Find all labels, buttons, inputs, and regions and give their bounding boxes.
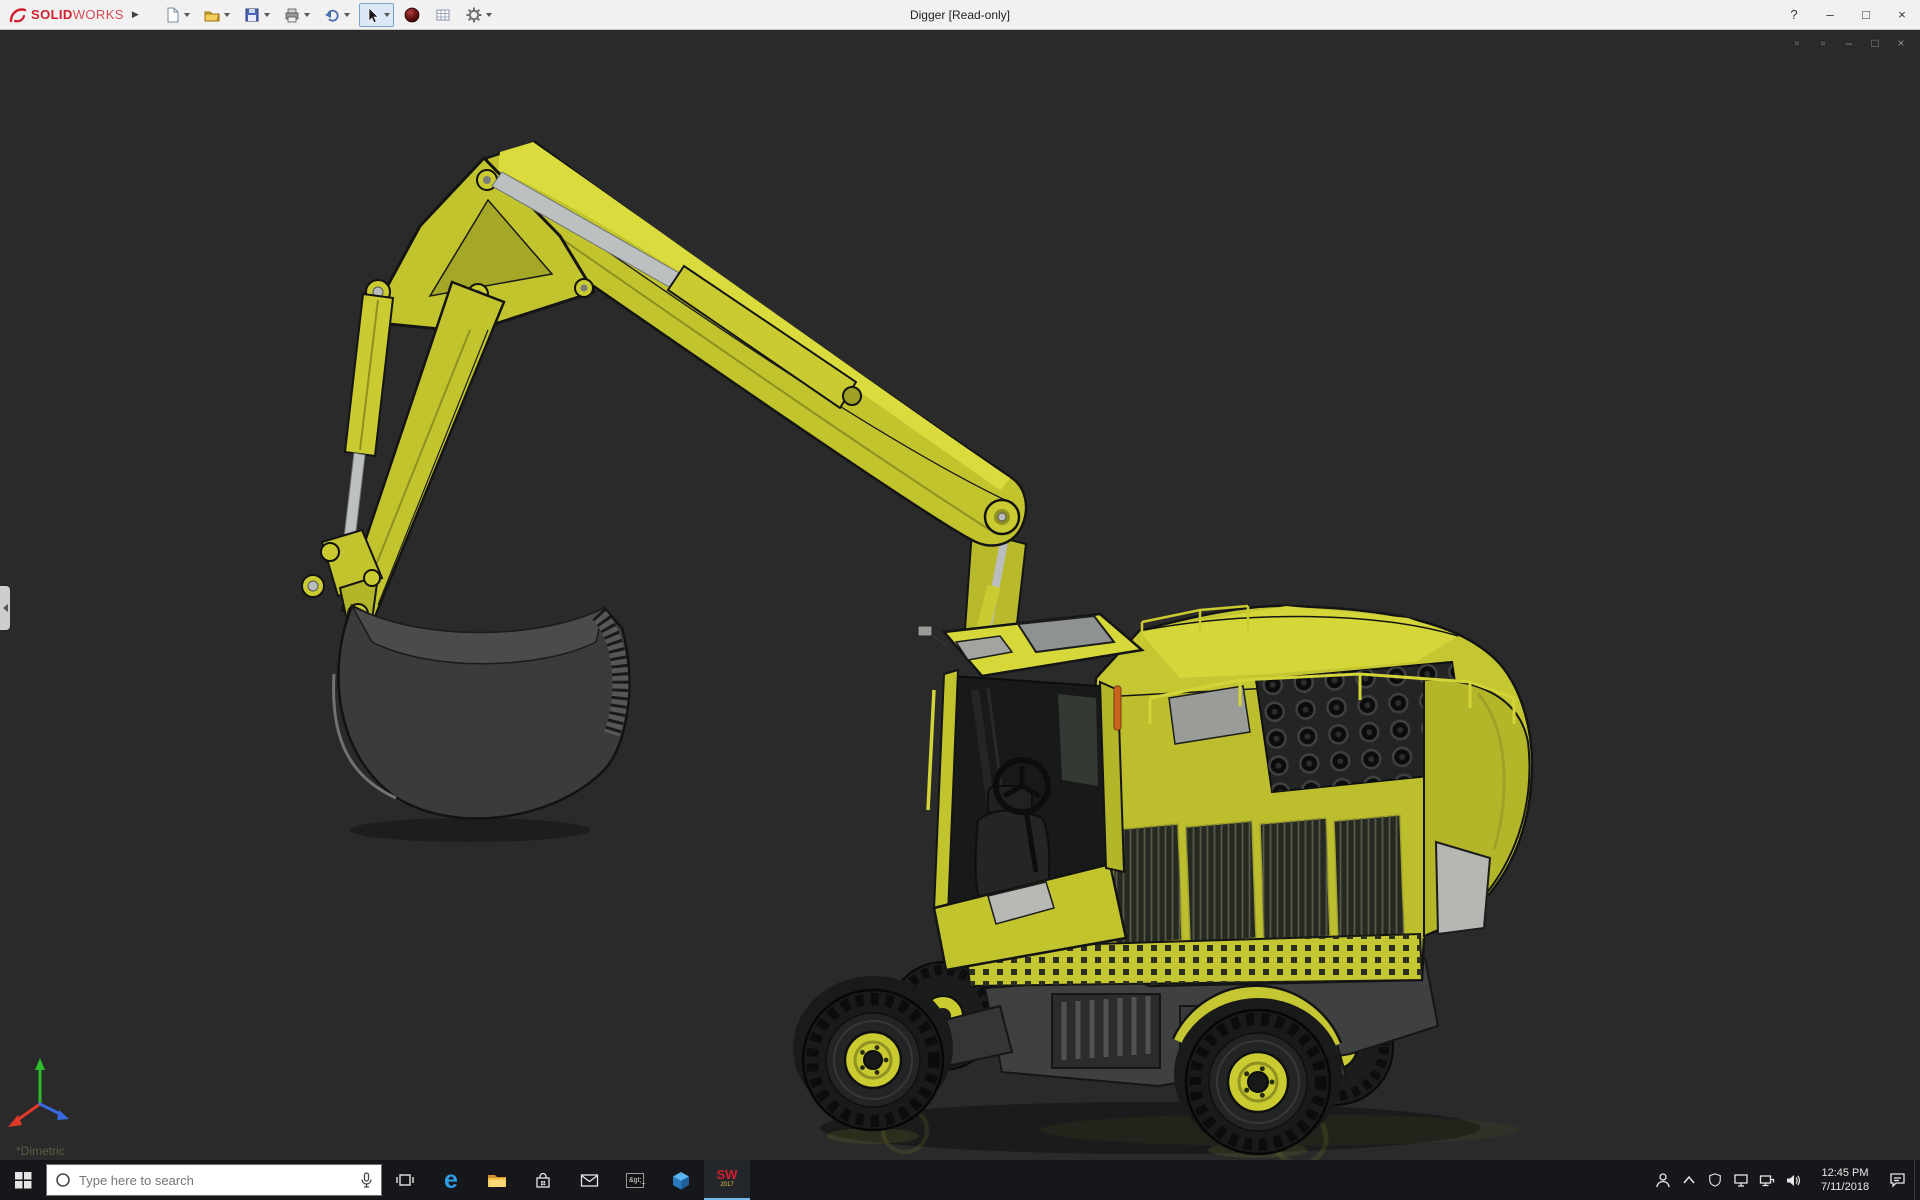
- hardware-tray-button[interactable]: [1728, 1160, 1754, 1200]
- console-icon: &gt;_: [626, 1172, 645, 1188]
- store-icon: [536, 1172, 550, 1188]
- save-floppy-icon: [245, 8, 259, 21]
- chevron-up-icon: [1683, 1175, 1695, 1184]
- doc-close-icon[interactable]: ×: [1894, 36, 1908, 50]
- solidworks-icon: SW 2017: [716, 1167, 738, 1188]
- taskbar-clock[interactable]: 12:45 PM 7/11/2018: [1806, 1166, 1884, 1194]
- help-button[interactable]: ?: [1776, 0, 1812, 29]
- select-tool-button[interactable]: [358, 2, 394, 27]
- start-button[interactable]: [0, 1160, 46, 1200]
- doc-minimize-icon[interactable]: –: [1842, 36, 1856, 50]
- system-tray: 12:45 PM 7/11/2018: [1650, 1160, 1920, 1200]
- select-cursor-icon: [368, 6, 379, 23]
- floor-reflections: [820, 1102, 1520, 1160]
- people-icon: [1656, 1173, 1670, 1188]
- front-left-wheel: [801, 988, 945, 1132]
- cortana-icon: [56, 1173, 70, 1187]
- windows-taskbar: e &gt;_ SW 2017: [0, 1160, 1920, 1200]
- clock-time: 12:45 PM: [1821, 1167, 1869, 1179]
- network-icon: [1759, 1174, 1775, 1186]
- mail-icon: [580, 1173, 598, 1187]
- float-pane-icon[interactable]: ▫: [1790, 36, 1804, 50]
- design-table-icon: [436, 9, 450, 20]
- window-controls: ? – □ ×: [1776, 0, 1920, 29]
- security-tray-button[interactable]: [1702, 1160, 1728, 1200]
- volume-icon: [1787, 1174, 1800, 1186]
- 3d-cube-icon: [673, 1171, 689, 1189]
- sphere-icon: [404, 7, 420, 22]
- store-button[interactable]: [520, 1160, 566, 1200]
- edge-icon: e: [444, 1165, 458, 1194]
- console-button[interactable]: &gt;_: [612, 1160, 658, 1200]
- model-canvas[interactable]: [0, 30, 1920, 1160]
- task-pane-tab[interactable]: [0, 586, 10, 630]
- tray-overflow-button[interactable]: [1676, 1160, 1702, 1200]
- file-explorer-button[interactable]: [474, 1160, 520, 1200]
- solidworks-logo: SOLIDWORKS: [8, 6, 124, 24]
- toolbar-expand-arrow[interactable]: ▶: [132, 9, 139, 20]
- search-input[interactable]: [79, 1172, 352, 1188]
- windows-logo-icon: [14, 1171, 31, 1188]
- doc-restore-icon[interactable]: □: [1868, 36, 1882, 50]
- titlebar: SOLIDWORKS ▶ Digger [Read-only] ? – □ ×: [0, 0, 1920, 30]
- print-icon: [285, 8, 299, 22]
- file-explorer-icon: [488, 1174, 506, 1187]
- open-folder-icon: [204, 11, 220, 21]
- taskbar-search[interactable]: [46, 1164, 382, 1196]
- volume-button[interactable]: [1780, 1160, 1806, 1200]
- chevron-left-icon: [2, 604, 8, 612]
- display-icon: [1734, 1173, 1748, 1187]
- edge-button[interactable]: e: [428, 1160, 474, 1200]
- ds-logo-icon: [9, 7, 27, 22]
- graphics-viewport[interactable]: ▫ ▫ – □ × *Dimetric: [0, 30, 1920, 1160]
- new-document-button[interactable]: [159, 3, 194, 27]
- microphone-icon[interactable]: [360, 1172, 373, 1188]
- view-orientation-label: *Dimetric: [16, 1144, 65, 1158]
- network-button[interactable]: [1754, 1160, 1780, 1200]
- shield-icon: [1709, 1173, 1721, 1187]
- options-gear-icon: [466, 7, 482, 22]
- open-button[interactable]: [199, 3, 234, 27]
- document-window-controls: ▫ ▫ – □ ×: [1790, 36, 1908, 50]
- undo-icon: [324, 9, 339, 22]
- action-center-icon: [1889, 1173, 1905, 1188]
- document-title: Digger [Read-only]: [909, 8, 1011, 22]
- front-right-wheel: [1184, 1008, 1332, 1156]
- save-button[interactable]: [239, 3, 274, 27]
- action-center-button[interactable]: [1884, 1160, 1910, 1200]
- options-button[interactable]: [461, 3, 496, 27]
- solidworks-taskbar-button[interactable]: SW 2017: [704, 1160, 750, 1200]
- task-view-button[interactable]: [382, 1160, 428, 1200]
- print-button[interactable]: [279, 3, 314, 27]
- reference-triad[interactable]: [6, 1048, 96, 1144]
- design-table-button[interactable]: [430, 3, 456, 27]
- clock-date: 7/11/2018: [1820, 1181, 1870, 1193]
- appearance-sphere-button[interactable]: [399, 3, 425, 27]
- logo-text: SOLIDWORKS: [31, 7, 124, 22]
- boom-arm-assembly: [301, 140, 1028, 652]
- pin-pane-icon[interactable]: ▫: [1816, 36, 1830, 50]
- mail-button[interactable]: [566, 1160, 612, 1200]
- close-button[interactable]: ×: [1884, 0, 1920, 29]
- minimize-button[interactable]: –: [1812, 0, 1848, 29]
- 3d-builder-button[interactable]: [658, 1160, 704, 1200]
- maximize-button[interactable]: □: [1848, 0, 1884, 29]
- task-view-icon: [396, 1174, 414, 1186]
- people-button[interactable]: [1650, 1160, 1676, 1200]
- undo-button[interactable]: [319, 3, 354, 27]
- new-document-icon: [167, 7, 179, 22]
- quick-access-toolbar: [159, 2, 496, 27]
- bucket: [332, 604, 631, 842]
- show-desktop-button[interactable]: [1914, 1160, 1920, 1200]
